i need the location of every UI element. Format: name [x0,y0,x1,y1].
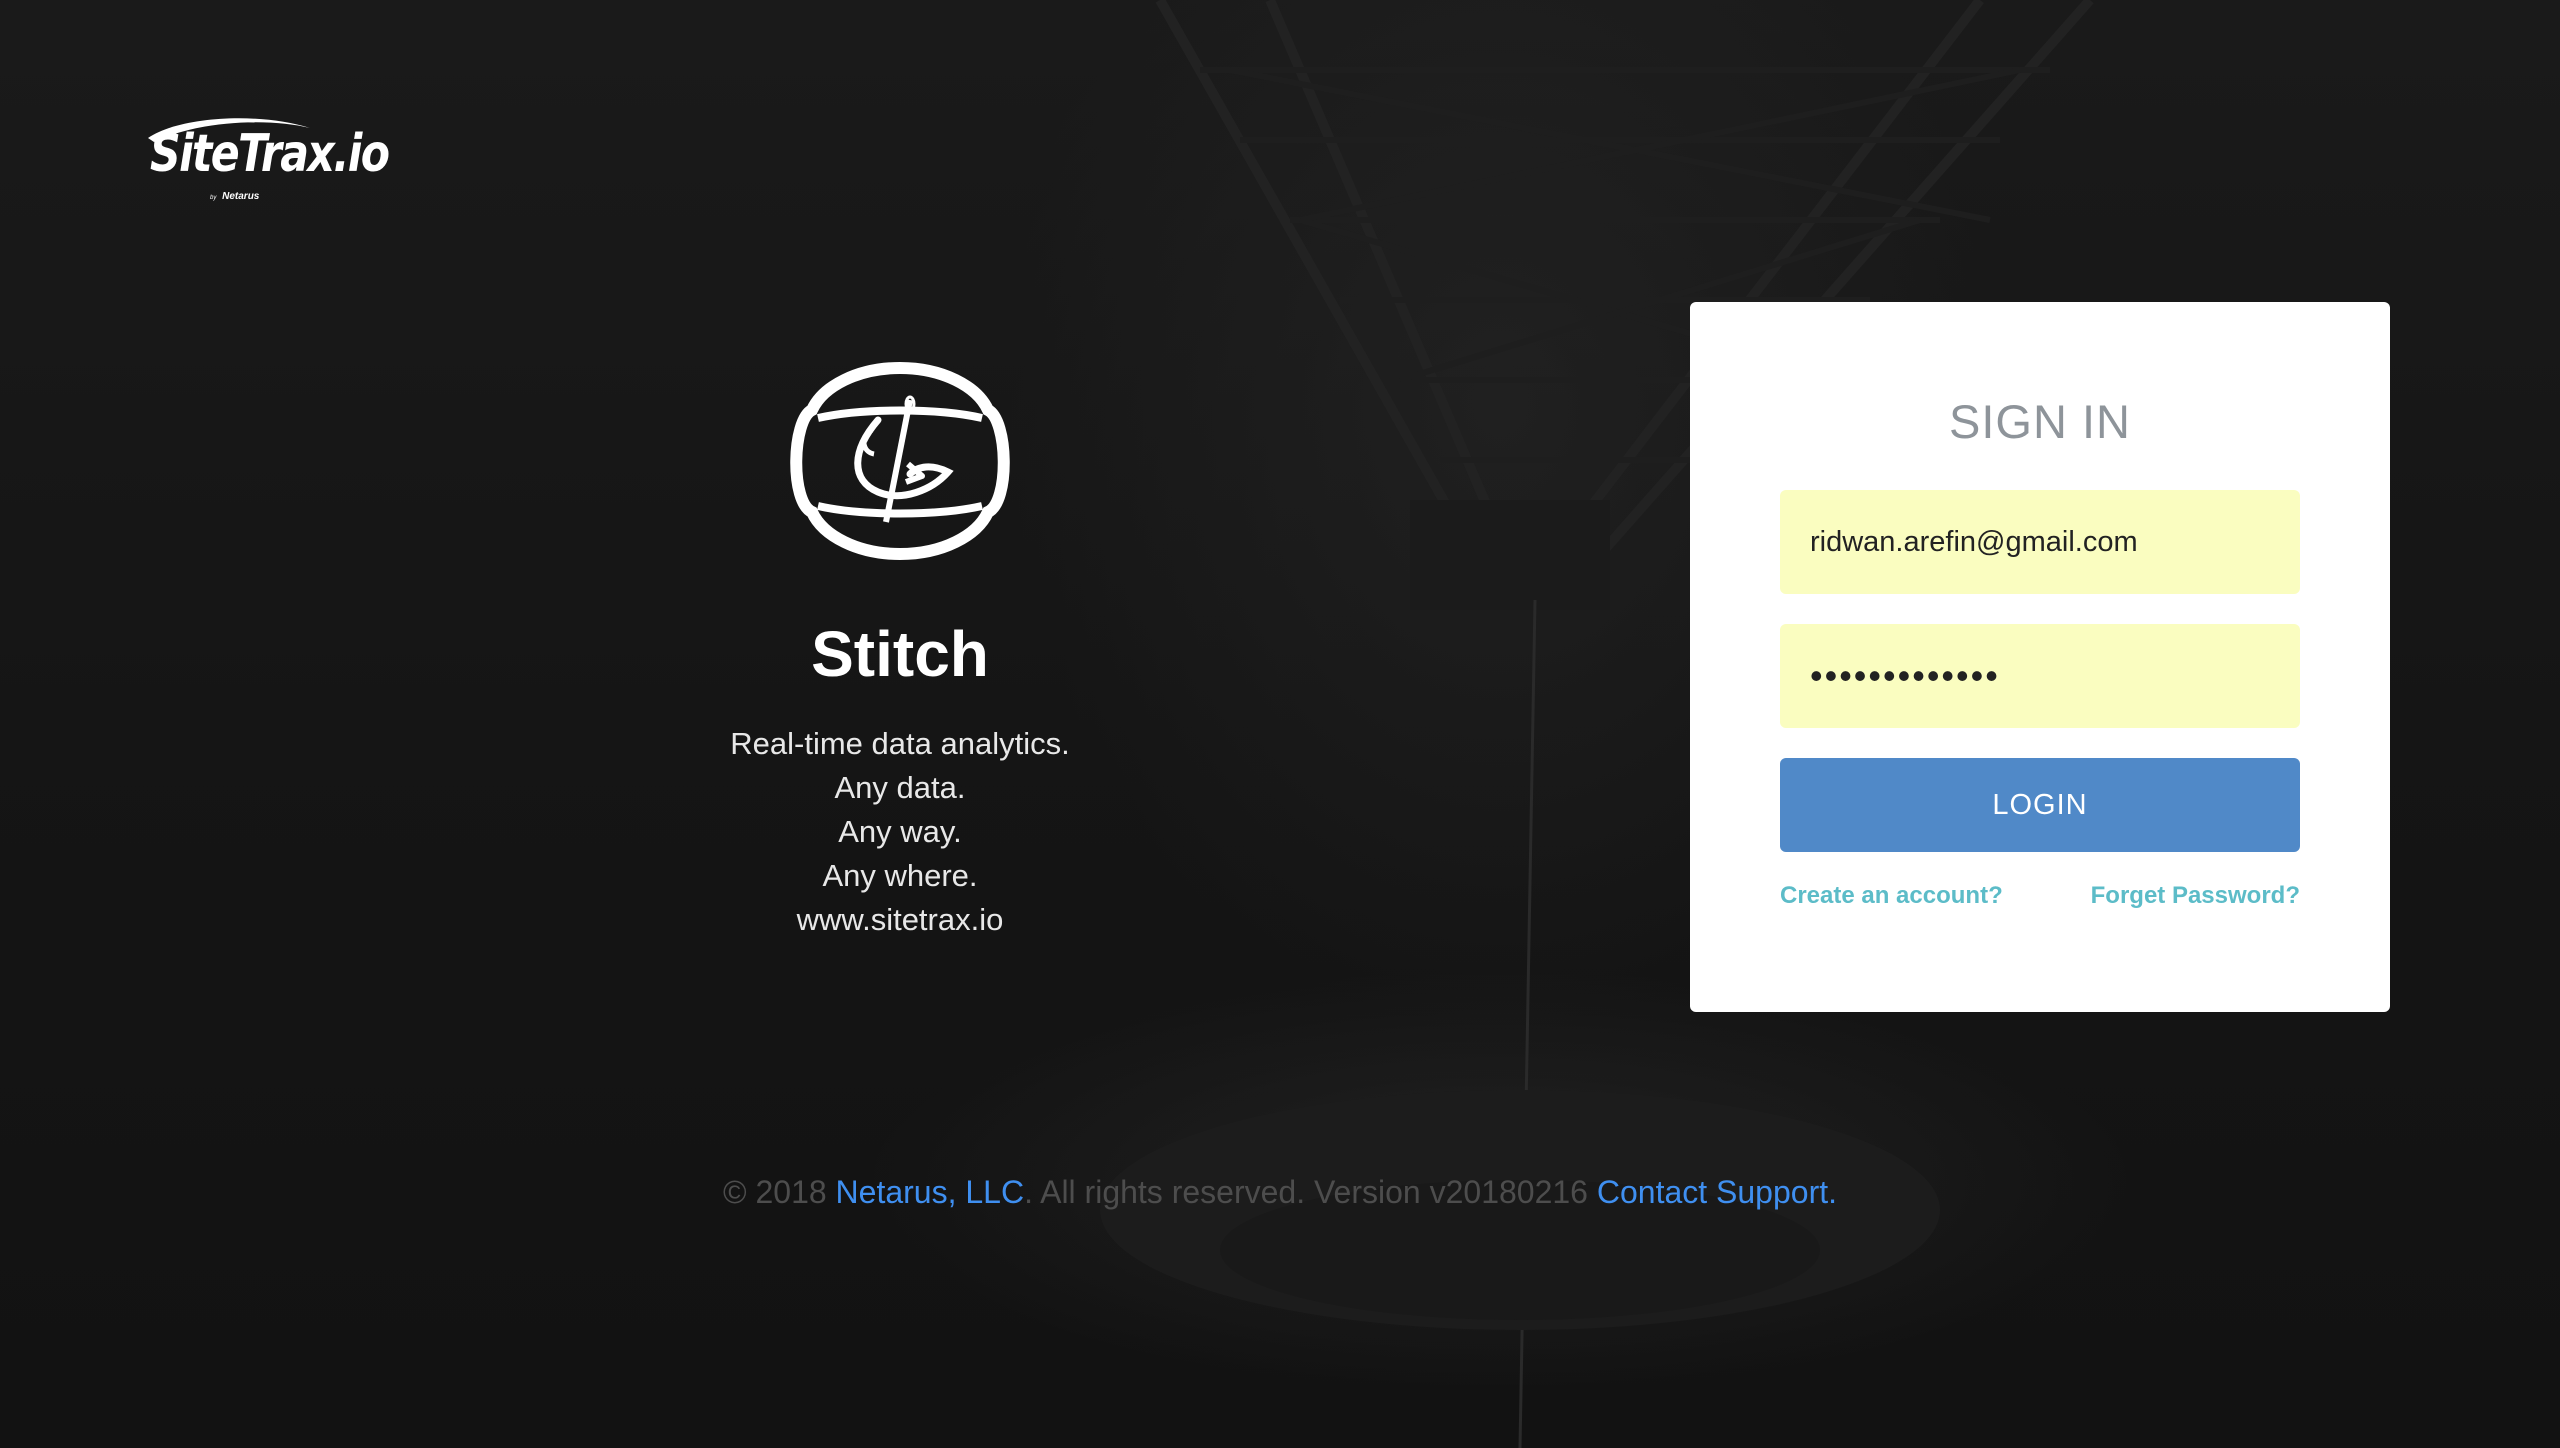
login-page: SiteTrax.io by Netarus Stitch Real-time … [0,0,2560,1448]
logo-byline: by Netarus [210,191,259,202]
login-card: SIGN IN LOGIN Create an account? Forget … [1690,302,2390,1012]
copyright-text: © 2018 [723,1174,836,1210]
footer: © 2018 Netarus, LLC. All rights reserved… [0,1174,2560,1211]
login-button[interactable]: LOGIN [1780,758,2300,852]
email-field[interactable] [1780,490,2300,594]
logo-by-text: by [210,195,217,201]
tagline-line: Any data. [834,770,966,805]
contact-support-link[interactable]: Contact Support. [1597,1174,1837,1210]
tagline-website: www.sitetrax.io [796,902,1004,937]
password-field[interactable] [1780,624,2300,728]
logo-wordmark: SiteTrax.io [150,124,390,184]
forgot-password-link[interactable]: Forget Password? [2091,882,2300,910]
hero-section: Stitch Real-time data analytics. Any dat… [700,360,1100,942]
rights-text: . All rights reserved. Version v20180216 [1024,1174,1597,1210]
sitetrax-logo[interactable]: SiteTrax.io by Netarus [140,112,390,212]
tagline-line: Any way. [838,814,962,849]
stitch-needle-icon [790,361,1010,561]
logo-company-text: Netarus [222,191,260,202]
tagline: Real-time data analytics. Any data. Any … [700,722,1100,942]
company-link[interactable]: Netarus, LLC [836,1174,1025,1210]
tagline-line: Real-time data analytics. [730,726,1070,761]
sign-in-title: SIGN IN [1949,395,2131,448]
create-account-link[interactable]: Create an account? [1780,882,2003,910]
tagline-line: Any where. [822,858,978,893]
app-name: Stitch [811,618,989,690]
